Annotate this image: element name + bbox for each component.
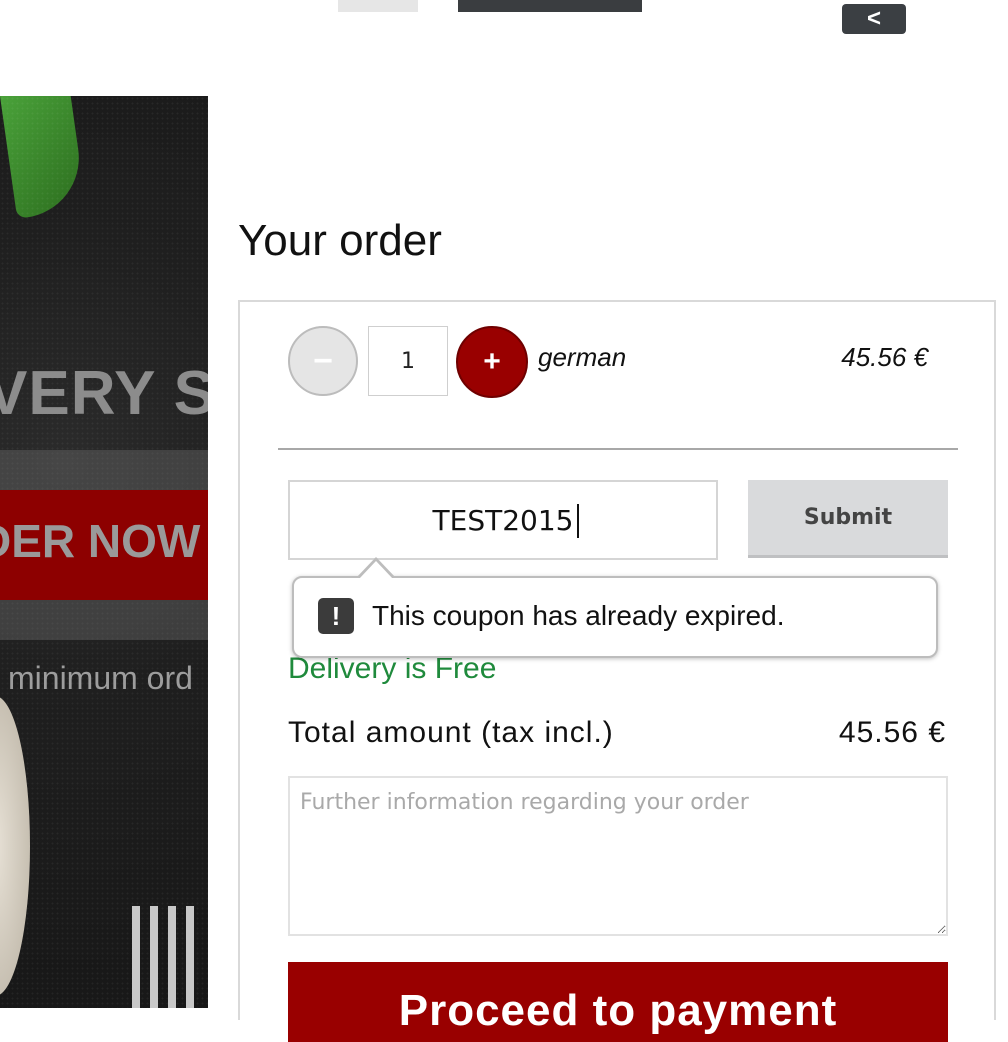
item-price: 45.56 € xyxy=(841,342,928,372)
quantity-decrease-button[interactable]: − xyxy=(288,326,358,396)
coupon-input[interactable] xyxy=(288,480,718,560)
hero-headline: VERY S xyxy=(0,359,208,428)
hero-order-now-label: DER NOW xyxy=(0,515,201,567)
plate-image xyxy=(0,696,30,996)
top-tab-dark[interactable] xyxy=(458,0,642,12)
proceed-to-payment-button[interactable]: Proceed to payment xyxy=(288,962,948,1042)
tooltip-arrow-inner xyxy=(359,561,393,579)
back-button[interactable]: < xyxy=(842,4,906,34)
coupon-submit-button[interactable]: Submit xyxy=(748,480,948,558)
plus-icon: + xyxy=(483,345,501,378)
hero-minimum-order-text: minimum ord xyxy=(8,660,193,696)
total-value: 45.56 € xyxy=(838,716,946,749)
back-label: < xyxy=(866,5,881,32)
fork-image xyxy=(132,906,202,1008)
divider xyxy=(278,448,958,450)
exclamation-icon: ! xyxy=(318,598,354,634)
quantity-increase-button[interactable]: + xyxy=(456,326,528,398)
hero-background-image: VERY S DER NOW minimum ord xyxy=(0,96,208,1008)
item-name: german xyxy=(538,342,627,372)
hero-order-now-button[interactable]: DER NOW xyxy=(0,490,208,600)
total-label: Total amount (tax incl.) xyxy=(288,716,614,749)
quantity-input[interactable] xyxy=(368,326,448,396)
order-title: Your order xyxy=(238,216,442,265)
basil-leaf xyxy=(0,96,87,219)
order-notes-textarea[interactable] xyxy=(288,776,948,936)
coupon-error-tooltip: ! This coupon has already expired. xyxy=(292,576,938,658)
minus-icon: − xyxy=(313,341,333,380)
text-caret xyxy=(577,504,579,538)
top-tab-light[interactable] xyxy=(338,0,418,12)
coupon-error-message: This coupon has already expired. xyxy=(372,600,785,631)
